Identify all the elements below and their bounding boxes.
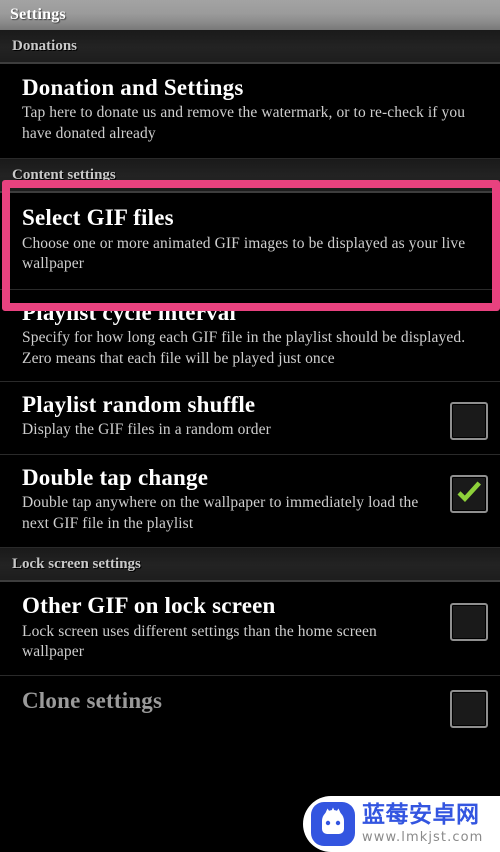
checkbox-double-tap-change[interactable] — [450, 474, 488, 513]
pref-title: Donation and Settings — [22, 75, 244, 100]
pref-title: Select GIF files — [22, 205, 174, 231]
pref-donation-and-settings[interactable]: Donation and Settings Tap here to donate… — [0, 64, 500, 160]
pref-playlist-random-shuffle[interactable]: Playlist random shuffle Display the GIF … — [0, 382, 500, 455]
pref-text: Playlist random shuffle Display the GIF … — [22, 392, 436, 441]
pref-title: Double tap change — [22, 464, 209, 490]
pref-summary: Tap here to donate us and remove the wat… — [22, 104, 466, 142]
section-header-donations: Donations — [0, 30, 500, 64]
checkbox-wrapper[interactable] — [436, 688, 488, 728]
page-title: Settings — [10, 6, 66, 23]
title-bar: Settings — [0, 0, 500, 30]
section-header-lock-screen-settings: Lock screen settings — [0, 548, 500, 583]
pref-text: Donation and Settings Tap here to donate… — [22, 75, 488, 144]
section-header-label: Lock screen settings — [12, 555, 141, 572]
pref-summary: Specify for how long each GIF file in th… — [22, 329, 466, 367]
checkbox-wrapper[interactable] — [436, 392, 488, 441]
pref-summary: Double tap anywhere on the wallpaper to … — [22, 494, 419, 532]
android-robot-logo-icon — [311, 802, 355, 846]
checkbox-wrapper[interactable] — [436, 465, 488, 513]
pref-title: Playlist cycle interval — [22, 299, 237, 325]
pref-text: Clone settings — [22, 688, 436, 714]
pref-summary: Choose one or more animated GIF images t… — [22, 234, 466, 273]
pref-select-gif-files[interactable]: Select GIF files Choose one or more anim… — [0, 193, 500, 290]
pref-text: Other GIF on lock screen Lock screen use… — [22, 593, 436, 662]
checkbox-clone-settings[interactable] — [450, 689, 488, 728]
pref-summary: Lock screen uses different settings than… — [22, 622, 377, 661]
pref-clone-settings[interactable]: Clone settings — [0, 675, 500, 746]
pref-other-gif-on-lock-screen[interactable]: Other GIF on lock screen Lock screen use… — [0, 582, 500, 676]
watermark-text: 蓝莓安卓网 www.lmkjst.com — [362, 802, 500, 845]
watermark-brand: 蓝莓安卓网 — [362, 802, 480, 828]
section-header-label: Content settings — [12, 166, 116, 183]
pref-summary: Display the GIF files in a random order — [22, 421, 271, 439]
section-header-label: Donations — [12, 37, 78, 54]
pref-text: Select GIF files Choose one or more anim… — [22, 205, 488, 274]
section-header-content-settings: Content settings — [0, 159, 500, 194]
watermark-url: www.lmkjst.com — [362, 830, 484, 845]
checkbox-wrapper[interactable] — [436, 593, 488, 642]
checkbox-playlist-random-shuffle[interactable] — [450, 402, 488, 441]
watermark-badge: 蓝莓安卓网 www.lmkjst.com — [303, 796, 500, 852]
checkmark-icon — [452, 477, 486, 511]
pref-title: Other GIF on lock screen — [22, 593, 276, 619]
pref-playlist-cycle-interval[interactable]: Playlist cycle interval Specify for how … — [0, 289, 500, 383]
settings-list[interactable]: Donations Donation and Settings Tap here… — [0, 30, 500, 746]
pref-text: Double tap change Double tap anywhere on… — [22, 465, 436, 534]
pref-text: Playlist cycle interval Specify for how … — [22, 300, 488, 369]
pref-title: Clone settings — [22, 687, 163, 713]
pref-title: Playlist random shuffle — [22, 392, 256, 418]
pref-double-tap-change[interactable]: Double tap change Double tap anywhere on… — [0, 454, 500, 549]
checkbox-other-gif-on-lock-screen[interactable] — [450, 603, 488, 642]
